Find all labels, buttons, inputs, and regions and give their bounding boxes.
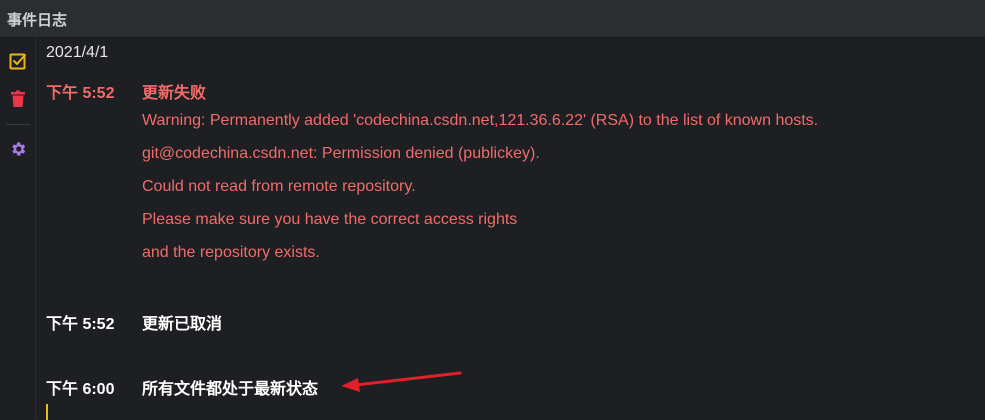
entry-time: 下午 5:52 (46, 85, 115, 102)
entry-detail-line: Please make sure you have the correct ac… (142, 211, 518, 228)
clear-log-button[interactable] (7, 88, 29, 110)
settings-button[interactable] (7, 138, 29, 160)
text-caret (46, 404, 48, 420)
window-title: 事件日志 (7, 12, 68, 29)
toolbar-separator (6, 124, 30, 125)
entry-time: 下午 5:52 (46, 316, 115, 333)
entry-detail-line: git@codechina.csdn.net: Permission denie… (142, 145, 540, 162)
entry-time: 下午 6:00 (46, 381, 115, 398)
entry-detail-line: Could not read from remote repository. (142, 178, 416, 195)
log-date: 2021/4/1 (46, 44, 109, 61)
event-log: 2021/4/1 下午 5:52 更新失败 Warning: Permanent… (46, 38, 985, 420)
entry-message[interactable]: 更新失败 (142, 79, 206, 103)
entry-message[interactable]: 更新已取消 (142, 310, 222, 334)
entry-detail-line: Warning: Permanently added 'codechina.cs… (142, 112, 819, 129)
gear-icon (12, 142, 26, 156)
mark-all-read-button[interactable] (7, 50, 29, 72)
entry-message[interactable]: 所有文件都处于最新状态 (142, 375, 318, 399)
title-bar: 事件日志 (0, 0, 985, 38)
side-toolbar (0, 38, 36, 419)
entry-detail-line: and the repository exists. (142, 244, 320, 261)
trash-icon (11, 90, 25, 107)
checkbox-check-icon (9, 53, 26, 70)
